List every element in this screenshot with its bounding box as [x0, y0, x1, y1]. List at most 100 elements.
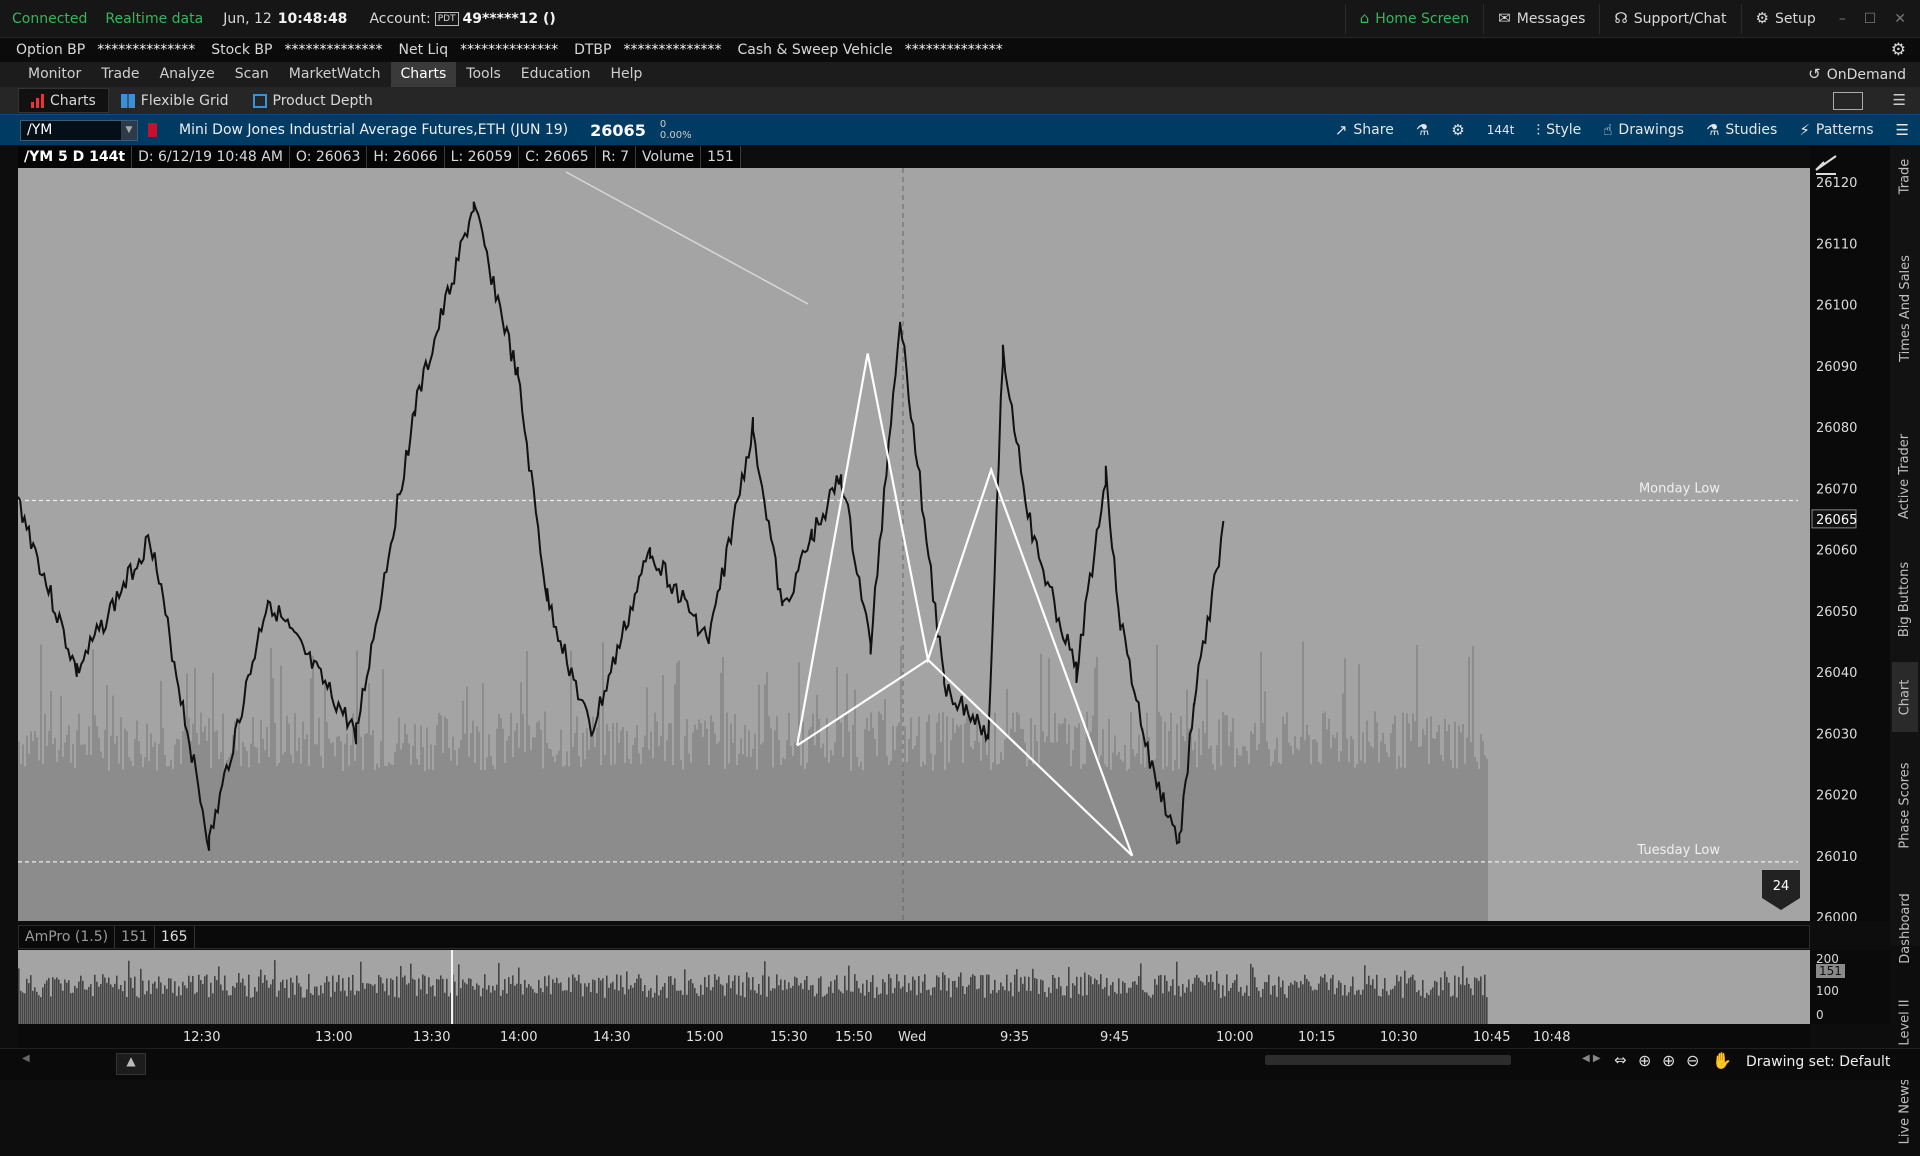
drawings-button[interactable]: ☝ Drawings [1592, 115, 1695, 146]
chevron-down-icon[interactable]: ▼ [121, 120, 137, 140]
zoom-out-icon[interactable]: ⊖ [1686, 1051, 1699, 1070]
volume-histogram-bar [234, 721, 236, 921]
volume-study-bar [608, 987, 610, 1024]
messages-button[interactable]: ✉ Messages [1483, 3, 1599, 34]
side-tab-chart[interactable]: Chart [1892, 662, 1918, 732]
price-axis[interactable]: 26120 26110 26100 26090 26080 26070 26060 26050… [1810, 146, 1890, 926]
style-button[interactable]: ⫶ Style [1525, 115, 1592, 146]
menu-item-marketwatch[interactable]: MarketWatch [279, 62, 391, 87]
side-tab-trade[interactable]: Trade [1892, 146, 1918, 206]
studies-button[interactable]: ⚗ Studies [1695, 115, 1788, 146]
tab-flexible-grid[interactable]: Flexible Grid [109, 88, 241, 113]
volume-study-bar [1038, 993, 1040, 1024]
menu-item-help[interactable]: Help [600, 62, 652, 87]
drawing-set-label[interactable]: Drawing set: Default [1746, 1054, 1890, 1070]
volume-study-bar [392, 979, 394, 1024]
tab-charts-label: Charts [50, 92, 96, 109]
expand-panel-button[interactable]: ▲ [116, 1053, 146, 1075]
volume-study-bar [952, 981, 954, 1024]
ondemand-button[interactable]: ↺ OnDemand [1794, 60, 1920, 90]
aggregation-button[interactable]: 144t [1476, 115, 1526, 146]
scroll-arrows-icon[interactable]: ◀ ▶ [1582, 1053, 1601, 1064]
menu-item-analyze[interactable]: Analyze [150, 62, 225, 87]
volume-study-bar [760, 994, 762, 1024]
menu-item-trade[interactable]: Trade [91, 62, 149, 87]
volume-histogram-bar [580, 767, 582, 921]
volume-histogram-bar [578, 756, 580, 921]
volume-histogram-bar [1402, 712, 1404, 921]
chart-settings-button[interactable]: ⚙ [1440, 115, 1475, 146]
share-button[interactable]: ↗ Share [1324, 115, 1405, 146]
volume-study-bar [1002, 986, 1004, 1024]
volume-study-bar [864, 995, 866, 1024]
side-tab-big-buttons[interactable]: Big Buttons [1892, 544, 1918, 654]
volume-histogram-bar [412, 745, 414, 921]
menu-lines-icon[interactable]: ☰ [1893, 93, 1906, 108]
side-tab-active-trader[interactable]: Active Trader [1892, 416, 1918, 536]
minimize-icon[interactable]: – [1830, 11, 1855, 27]
flag-icon[interactable] [148, 123, 157, 137]
drawings-label: Drawings [1618, 122, 1684, 138]
volume-histogram-bar [106, 684, 108, 921]
pan-hand-icon[interactable]: ✋ [1712, 1051, 1732, 1070]
volume-study-bar [124, 980, 126, 1024]
side-tab-dashboard[interactable]: Dashboard [1892, 878, 1918, 978]
crosshair-icon[interactable]: ⊕ [1638, 1051, 1651, 1070]
menu-item-education[interactable]: Education [511, 62, 601, 87]
tab-charts[interactable]: Charts [18, 88, 109, 113]
volume-histogram-bar [1100, 755, 1102, 921]
patterns-icon: ⚡ [1799, 120, 1810, 139]
zoom-in-icon[interactable]: ⊕ [1662, 1051, 1675, 1070]
price-chart-canvas[interactable]: Monday LowTuesday Low24 [17, 168, 1810, 921]
flask-button[interactable]: ⚗ [1405, 115, 1440, 146]
volume-study-bar [1272, 985, 1274, 1024]
support-chat-button[interactable]: ☊ Support/Chat [1599, 3, 1740, 34]
layout-icon[interactable] [1832, 91, 1863, 110]
setup-button[interactable]: ⚙ Setup [1740, 3, 1830, 34]
chart-menu-button[interactable]: ☰ [1885, 115, 1920, 146]
volume-study-bar [676, 990, 678, 1024]
volume-histogram-bar [1440, 754, 1442, 921]
volume-histogram-bar [1258, 744, 1260, 921]
volume-histogram-bar [1448, 724, 1450, 921]
volume-histogram-bar [260, 719, 262, 921]
volume-study-bar [1030, 990, 1032, 1024]
volume-study-bar [116, 975, 118, 1024]
menu-item-scan[interactable]: Scan [225, 62, 279, 87]
volume-study-bar [46, 980, 48, 1024]
volume-histogram-bar [262, 738, 264, 921]
volume-study-bar [1210, 974, 1212, 1024]
flask-icon: ⚗ [1415, 120, 1430, 139]
time-axis[interactable]: 12:30 13:00 13:30 14:00 14:30 15:00 15:30 15:50… [18, 1024, 1810, 1048]
patterns-button[interactable]: ⚡ Patterns [1788, 115, 1884, 146]
symbol-input[interactable]: /YM ▼ [20, 119, 138, 141]
account-selector[interactable]: 49*****12 () [463, 11, 556, 27]
volume-study-chart[interactable] [18, 950, 1810, 1024]
volume-study-bar [396, 976, 398, 1024]
volume-histogram-bar [1194, 741, 1196, 921]
volume-histogram-bar [692, 732, 694, 921]
volume-histogram-bar [542, 768, 544, 921]
price-chart[interactable]: Monday Low Tuesday Low 24 [17, 168, 1810, 921]
menu-item-charts[interactable]: Charts [390, 62, 457, 87]
tab-product-depth[interactable]: Product Depth [241, 88, 385, 113]
volume-study-bar [1218, 983, 1220, 1024]
side-tab-phase-scores[interactable]: Phase Scores [1892, 740, 1918, 870]
close-icon[interactable]: ✕ [1885, 11, 1920, 27]
chart-scrollbar[interactable] [1265, 1055, 1511, 1065]
volume-study-bar [460, 988, 462, 1024]
maximize-icon[interactable]: ☐ [1855, 11, 1886, 27]
scroll-left-icon[interactable]: ◀ [22, 1053, 30, 1064]
expand-horizontal-icon[interactable]: ⇔ [1614, 1051, 1627, 1069]
volume-histogram-bar [732, 742, 734, 921]
settings-gear-icon[interactable]: ⚙ [1891, 41, 1906, 59]
side-tab-times-and-sales[interactable]: Times And Sales [1892, 208, 1918, 408]
volume-histogram-bar [980, 760, 982, 921]
menu-item-monitor[interactable]: Monitor [18, 62, 91, 87]
menu-item-tools[interactable]: Tools [456, 62, 511, 87]
home-screen-button[interactable]: ⌂ Home Screen [1344, 3, 1483, 34]
volume-study-bar [1078, 994, 1080, 1024]
volume-study-bar [824, 995, 826, 1024]
volume-study-bar [478, 985, 480, 1024]
side-tab-label: Trade [1897, 158, 1913, 194]
